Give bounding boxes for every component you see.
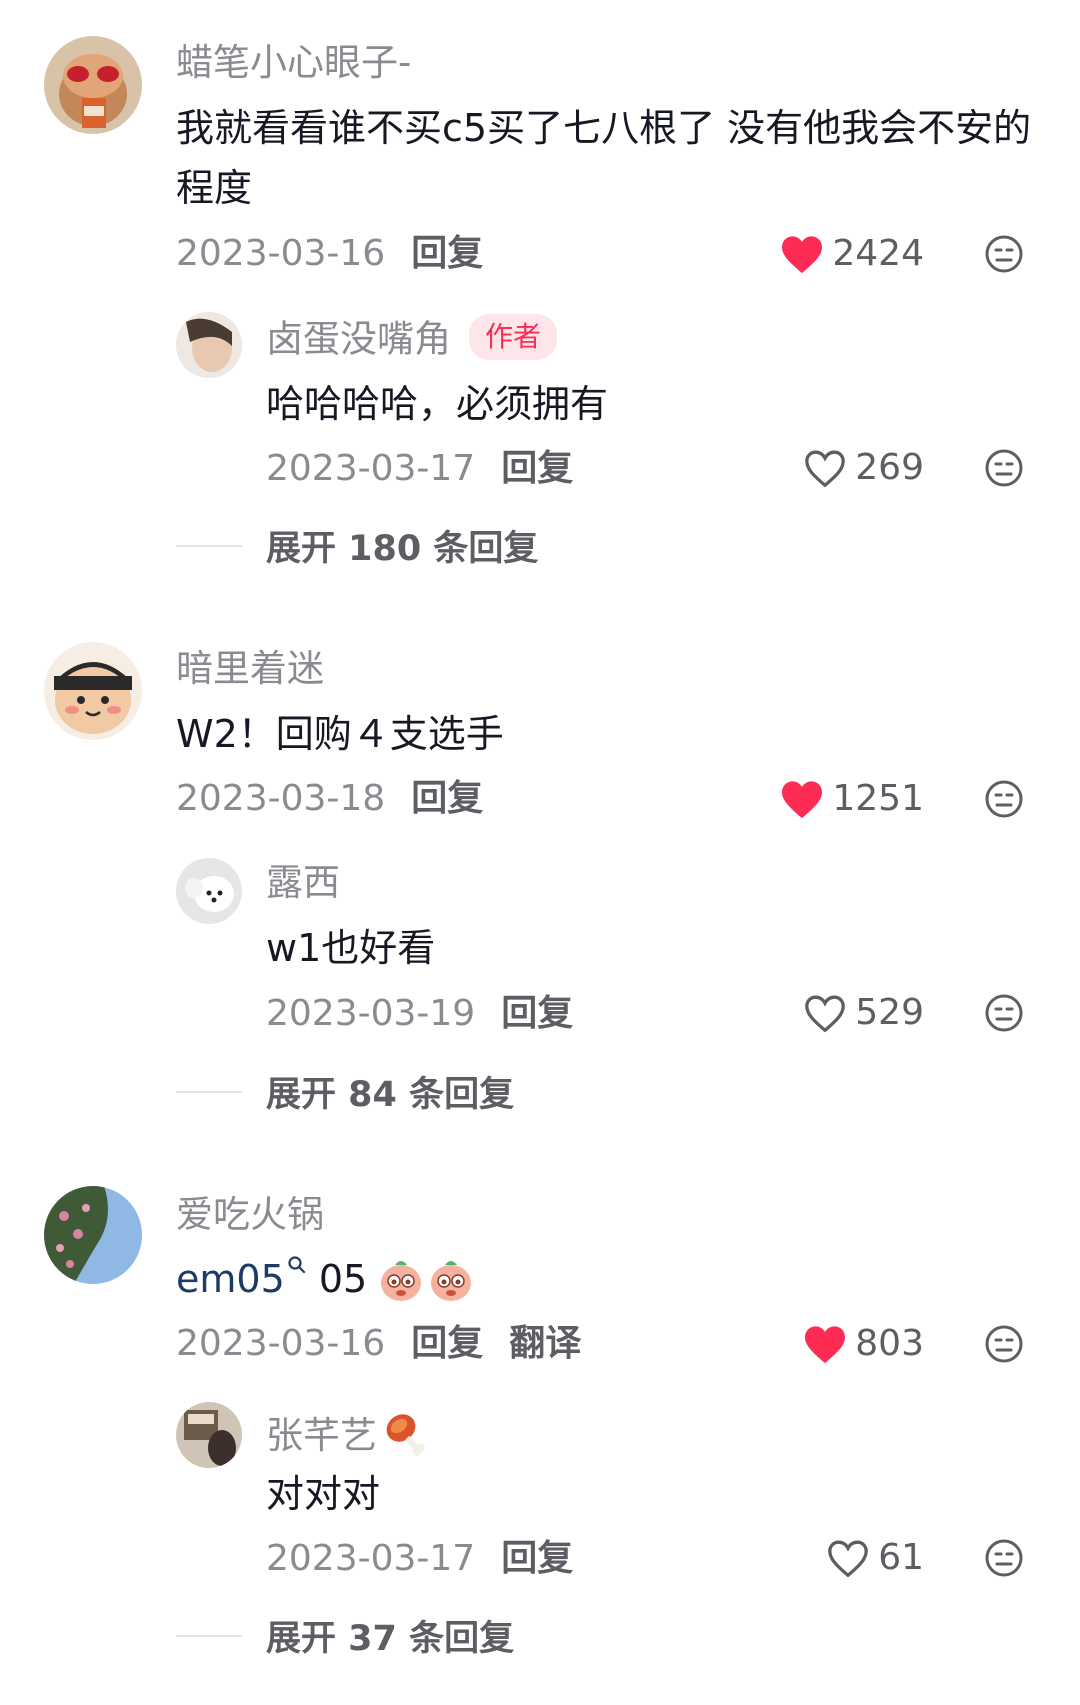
like-count: 61 bbox=[878, 1537, 924, 1578]
reply-text: 对对对 bbox=[266, 1472, 381, 1516]
emoji-icon bbox=[381, 1261, 422, 1301]
comment-text: 我就看看谁不买c5买了七八根了 没有他我会不安的程度 bbox=[176, 106, 1032, 210]
divider bbox=[176, 1090, 242, 1093]
comment-text: W2！回购４支选手 bbox=[176, 712, 504, 756]
comment-date: 2023-03-18 bbox=[176, 778, 386, 819]
comment-meta: 2023-03-18 回复 bbox=[176, 781, 483, 817]
avatar[interactable] bbox=[44, 36, 142, 134]
comment-text: 05 bbox=[306, 1257, 368, 1301]
like-button[interactable]: 803 bbox=[803, 1324, 924, 1364]
reply-like-button[interactable]: 529 bbox=[803, 993, 924, 1033]
like-count: 269 bbox=[855, 447, 924, 488]
dislike-face-icon[interactable] bbox=[984, 1324, 1024, 1364]
reply-button[interactable]: 回复 bbox=[501, 1538, 573, 1579]
reply-username[interactable]: 卤蛋没嘴角 bbox=[266, 318, 451, 361]
heart-outline-icon bbox=[805, 450, 846, 488]
reply-meta: 2023-03-17 回复 bbox=[266, 451, 573, 487]
reply-like-button[interactable]: 269 bbox=[803, 448, 924, 488]
expand-label: 展开 37 条回复 bbox=[266, 1619, 515, 1659]
reply-date: 2023-03-17 bbox=[266, 1538, 476, 1579]
dislike-face-icon[interactable] bbox=[984, 993, 1024, 1033]
reply-date: 2023-03-17 bbox=[266, 448, 476, 489]
expand-replies-button[interactable]: 展开 180 条回复 bbox=[176, 520, 538, 571]
reply-button[interactable]: 回复 bbox=[411, 778, 483, 819]
reply-meta: 2023-03-17 回复 bbox=[266, 1541, 573, 1577]
like-count: 803 bbox=[855, 1323, 924, 1364]
search-mention-icon[interactable] bbox=[287, 1255, 307, 1275]
dislike-face-icon[interactable] bbox=[984, 779, 1024, 819]
dislike-face-icon[interactable] bbox=[984, 234, 1024, 274]
reply-avatar[interactable] bbox=[176, 312, 242, 378]
reply-meta: 2023-03-19 回复 bbox=[266, 996, 573, 1032]
expand-replies-button[interactable]: 展开 84 条回复 bbox=[176, 1066, 514, 1117]
dislike-face-icon[interactable] bbox=[984, 448, 1024, 488]
like-button[interactable]: 2424 bbox=[780, 234, 924, 274]
reply-username[interactable]: 露西 bbox=[266, 864, 340, 901]
reply-button[interactable]: 回复 bbox=[501, 993, 573, 1034]
username[interactable]: 蜡笔小心眼子- bbox=[176, 44, 411, 81]
heart-outline-icon bbox=[828, 1540, 869, 1578]
comment-date: 2023-03-16 bbox=[176, 1323, 386, 1364]
like-count: 1251 bbox=[832, 778, 924, 819]
reply-username-row: 卤蛋没嘴角 作者 bbox=[266, 314, 558, 364]
reply-button[interactable]: 回复 bbox=[501, 448, 573, 489]
heart-filled-icon bbox=[782, 236, 823, 274]
comment-text-row: em05 05 bbox=[176, 1249, 475, 1309]
emoji-icon bbox=[431, 1261, 472, 1301]
heart-filled-icon bbox=[805, 1326, 846, 1364]
comment-meta: 2023-03-16 回复 bbox=[176, 236, 483, 272]
reply-avatar[interactable] bbox=[176, 1402, 242, 1468]
heart-filled-icon bbox=[782, 781, 823, 819]
username[interactable]: 暗里着迷 bbox=[176, 650, 324, 687]
like-count: 529 bbox=[855, 992, 924, 1033]
drumstick-icon bbox=[386, 1414, 425, 1456]
reply-button[interactable]: 回复 bbox=[411, 233, 483, 274]
expand-label: 展开 180 条回复 bbox=[266, 529, 539, 569]
comment-meta: 2023-03-16 回复 翻译 bbox=[176, 1326, 581, 1362]
reply-username-row: 张芊艺 bbox=[266, 1410, 431, 1460]
divider bbox=[176, 544, 242, 547]
like-count: 2424 bbox=[832, 233, 924, 274]
comment-date: 2023-03-16 bbox=[176, 233, 386, 274]
reply-avatar[interactable] bbox=[176, 858, 242, 924]
expand-label: 展开 84 条回复 bbox=[266, 1075, 515, 1115]
reply-button[interactable]: 回复 bbox=[411, 1323, 483, 1364]
like-button[interactable]: 1251 bbox=[780, 779, 924, 819]
author-badge: 作者 bbox=[469, 314, 558, 360]
dislike-face-icon[interactable] bbox=[984, 1538, 1024, 1578]
username[interactable]: 爱吃火锅 bbox=[176, 1196, 324, 1233]
reply-date: 2023-03-19 bbox=[266, 993, 476, 1034]
mention-link[interactable]: em05 bbox=[176, 1249, 285, 1309]
divider bbox=[176, 1634, 242, 1637]
reply-text: 哈哈哈哈，必须拥有 bbox=[266, 382, 609, 426]
translate-button[interactable]: 翻译 bbox=[509, 1323, 581, 1364]
reply-like-button[interactable]: 61 bbox=[826, 1538, 924, 1578]
expand-replies-button[interactable]: 展开 37 条回复 bbox=[176, 1610, 514, 1661]
reply-text: w1也好看 bbox=[266, 926, 436, 970]
avatar[interactable] bbox=[44, 642, 142, 740]
avatar[interactable] bbox=[44, 1186, 142, 1284]
heart-outline-icon bbox=[805, 995, 846, 1033]
reply-username[interactable]: 张芊艺 bbox=[266, 1417, 377, 1454]
